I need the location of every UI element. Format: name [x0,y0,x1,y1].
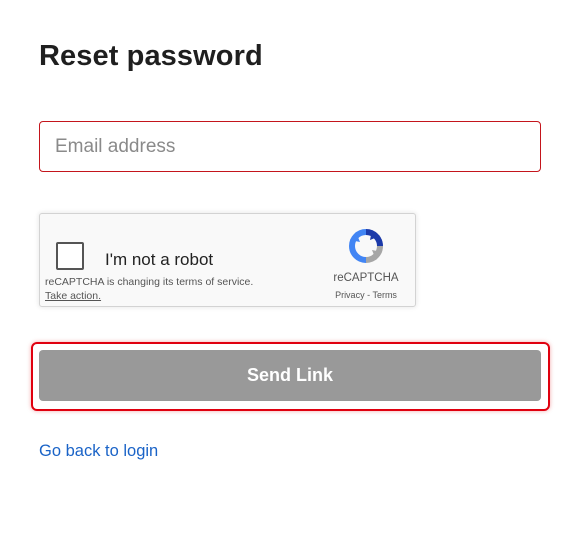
recaptcha-links-separator: - [367,290,371,300]
recaptcha-take-action-link[interactable]: Take action. [45,290,101,302]
send-link-button[interactable]: Send Link [39,350,541,401]
recaptcha-checkbox[interactable] [56,242,84,270]
recaptcha-widget: I'm not a robot reCAPTCHA is changing it… [39,213,416,307]
page-title: Reset password [39,40,263,72]
back-to-login-link[interactable]: Go back to login [39,442,158,461]
email-field[interactable] [39,121,541,172]
recaptcha-logo-icon [349,229,383,263]
recaptcha-terms-link[interactable]: Terms [372,290,397,300]
recaptcha-privacy-link[interactable]: Privacy [335,290,365,300]
recaptcha-terms-notice: reCAPTCHA is changing its terms of servi… [45,276,254,288]
recaptcha-brand: reCAPTCHA [333,272,399,284]
recaptcha-label: I'm not a robot [105,250,214,269]
recaptcha-links: Privacy - Terms [310,290,422,300]
